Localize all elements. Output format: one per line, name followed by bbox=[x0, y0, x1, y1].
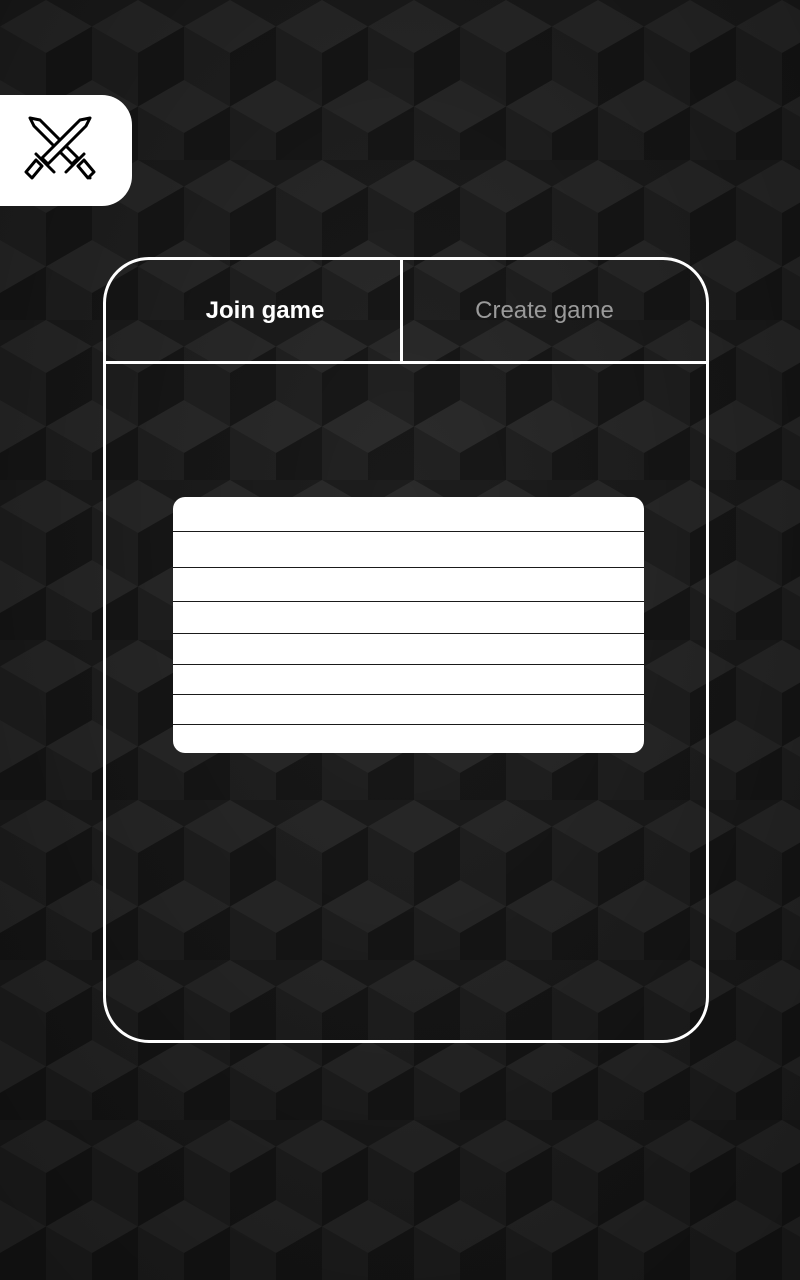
game-list-row[interactable] bbox=[173, 695, 644, 725]
game-list-row[interactable] bbox=[173, 497, 644, 532]
logo-tab[interactable] bbox=[0, 95, 132, 206]
game-list-row[interactable] bbox=[173, 634, 644, 665]
game-list-row[interactable] bbox=[173, 725, 644, 753]
game-list-row[interactable] bbox=[173, 602, 644, 634]
game-list-row[interactable] bbox=[173, 665, 644, 695]
tab-bar: Join game Create game bbox=[106, 260, 706, 364]
crossed-swords-icon bbox=[24, 114, 102, 188]
game-panel: Join game Create game bbox=[103, 257, 709, 1043]
game-list-row[interactable] bbox=[173, 568, 644, 602]
game-list bbox=[173, 497, 644, 753]
tab-join-game[interactable]: Join game bbox=[106, 260, 403, 361]
tab-create-game[interactable]: Create game bbox=[403, 260, 706, 361]
game-list-row[interactable] bbox=[173, 532, 644, 568]
